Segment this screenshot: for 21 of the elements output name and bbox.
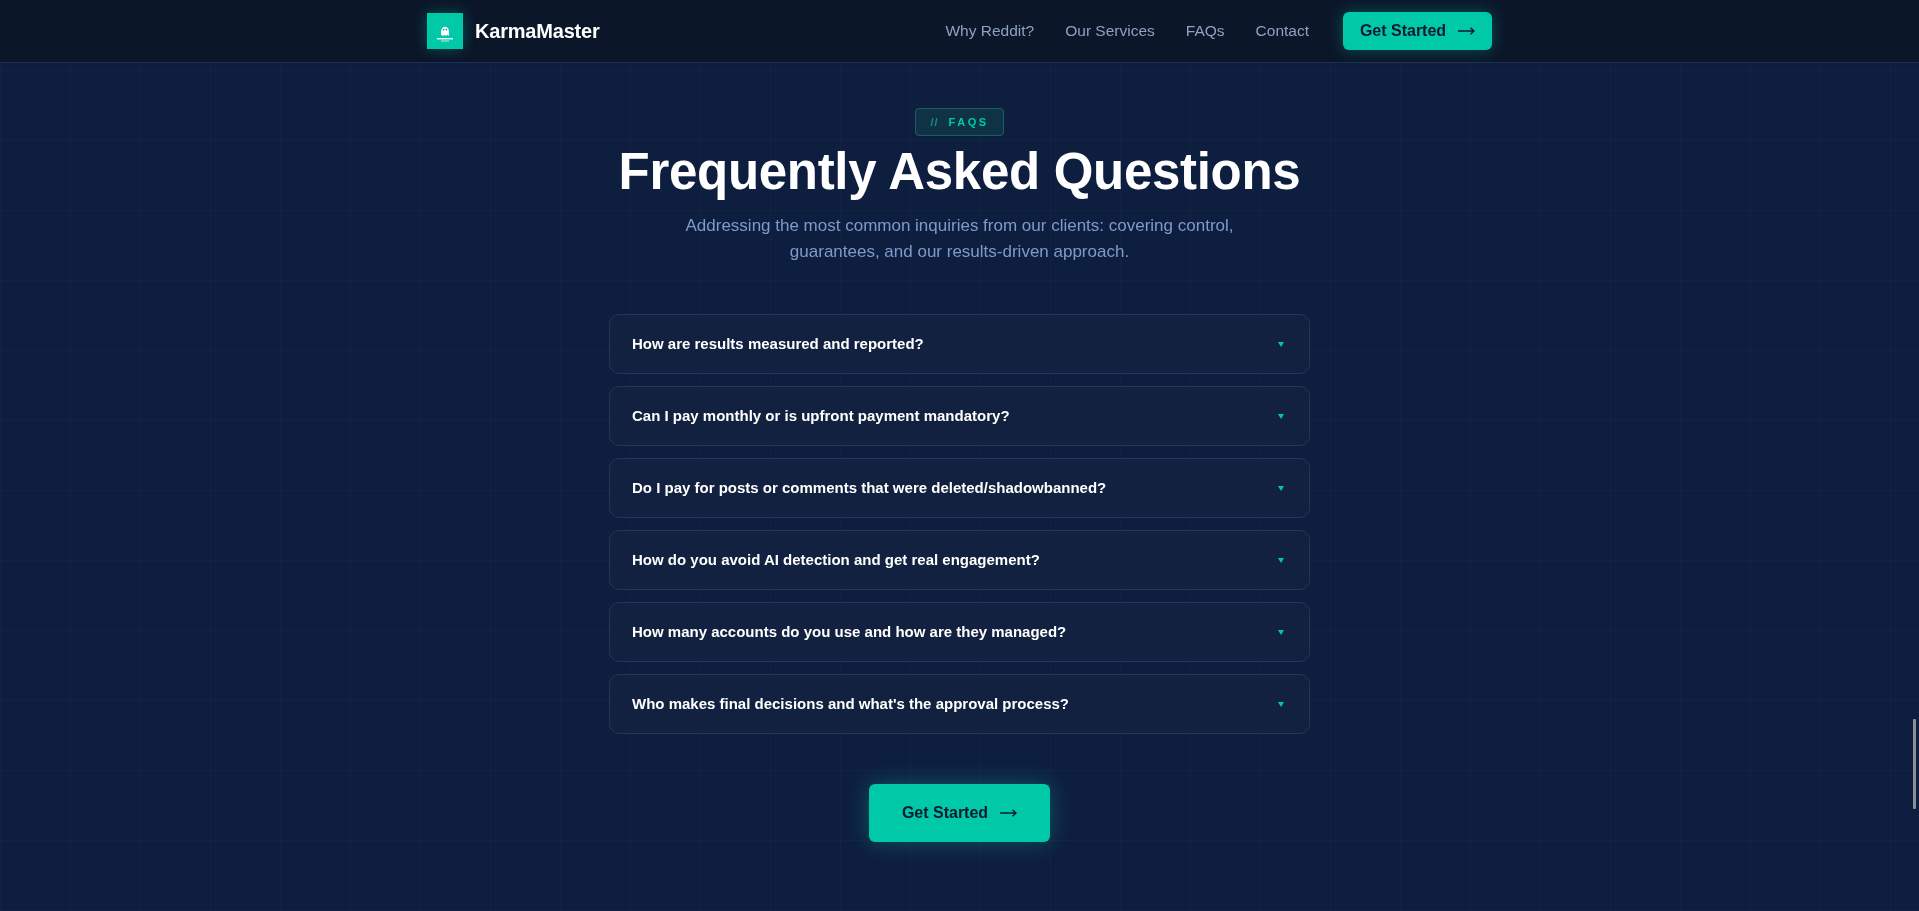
nav-link[interactable]: FAQs xyxy=(1185,19,1225,43)
scrollbar-thumb[interactable] xyxy=(1913,719,1916,809)
faq-accordion-item[interactable]: How are results measured and reported? xyxy=(609,314,1310,374)
arrow-right-icon xyxy=(1000,809,1018,817)
nav-link[interactable]: Why Reddit? xyxy=(945,19,1035,43)
get-started-button[interactable]: Get Started xyxy=(1343,12,1492,50)
faq-accordion-item[interactable]: How do you avoid AI detection and get real engagement? xyxy=(609,530,1310,590)
section-title: Frequently Asked Questions xyxy=(618,142,1301,202)
faq-accordion-item[interactable]: Can I pay monthly or is upfront payment mandatory? xyxy=(609,386,1310,446)
get-started-button[interactable]: Get Started xyxy=(869,784,1050,842)
section-subtitle: Addressing the most common inquiries from our clients: covering control, guarantees, and our results-driven approach. xyxy=(684,215,1235,263)
ghost-logo-icon[interactable] xyxy=(427,13,463,49)
badge-label: FAQS xyxy=(948,114,989,130)
arrow-right-icon xyxy=(1458,27,1476,35)
faq-accordion-item[interactable]: Who makes final decisions and what's the approval process? xyxy=(609,674,1310,734)
faq-accordion-item[interactable]: Do I pay for posts or comments that were deleted/shadowbanned? xyxy=(609,458,1310,518)
faq-accordion-item[interactable]: How many accounts do you use and how are they managed? xyxy=(609,602,1310,662)
nav-link[interactable]: Our Services xyxy=(1065,19,1155,43)
brand-name[interactable]: KarmaMaster xyxy=(475,16,600,46)
badge-slashes: // xyxy=(930,114,939,130)
nav-link[interactable]: Contact xyxy=(1255,19,1309,43)
